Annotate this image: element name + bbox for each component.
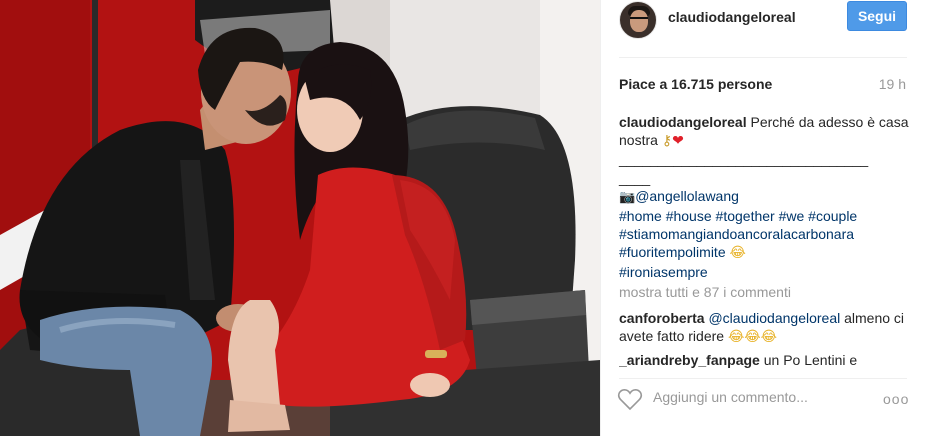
comment-composer: Aggiungi un commento... ooo	[601, 377, 928, 436]
caption-rule: ________________________________	[619, 151, 869, 168]
comment-text: un Po Lentini e	[763, 352, 858, 368]
heart-emoji-icon: ❤	[672, 133, 684, 150]
heart-outline-icon[interactable]	[617, 387, 643, 411]
post-header: claudiodangeloreal Segui	[601, 0, 928, 58]
couple-photo-illustration	[0, 0, 600, 436]
view-all-comments-link[interactable]: mostra tutti e 87 i commenti	[619, 284, 791, 300]
credit-mention[interactable]: @angellolawang	[635, 188, 739, 204]
comment-username[interactable]: _ariandreby_fanpage	[619, 352, 760, 368]
likes-count[interactable]: Piace a 16.715 persone	[619, 76, 772, 92]
key-emoji-icon: ⚷	[661, 133, 673, 150]
hashtag[interactable]: #house	[666, 208, 712, 224]
hashtag[interactable]: #ironiasempre	[619, 264, 708, 280]
hashtag[interactable]: #fuoritempolimite	[619, 244, 726, 260]
comment-username[interactable]: canforoberta	[619, 310, 705, 326]
more-options-icon[interactable]: ooo	[883, 391, 909, 407]
hashtag[interactable]: #we	[779, 208, 805, 224]
follow-button[interactable]: Segui	[847, 1, 907, 31]
laughing-emoji-icon: 😂😂😂	[727, 329, 778, 346]
hashtag[interactable]: #stiamomangiandoancoralacarbonara	[619, 226, 854, 242]
comment-mention[interactable]: @claudiodangeloreal	[708, 310, 840, 326]
laughing-emoji-icon: 😂	[729, 245, 746, 262]
comment-item: _ariandreby_fanpage un Po Lentini e	[619, 351, 909, 369]
author-username[interactable]: claudiodangeloreal	[668, 9, 796, 25]
hashtag[interactable]: #together	[716, 208, 775, 224]
camera-icon: 📷	[619, 189, 636, 205]
post-details-panel: claudiodangeloreal Segui Piace a 16.715 …	[600, 0, 928, 436]
hashtag[interactable]: #home	[619, 208, 662, 224]
hashtag-line: #home #house #together #we #couple	[619, 207, 909, 225]
photo-credit: 📷@angellolawang	[619, 187, 909, 207]
divider	[619, 57, 907, 58]
caption: claudiodangeloreal Perché da adesso è ca…	[619, 113, 909, 281]
caption-text-block: claudiodangeloreal Perché da adesso è ca…	[619, 113, 909, 150]
post-timestamp[interactable]: 19 h	[879, 76, 906, 92]
caption-rule-cont: ____	[619, 169, 651, 186]
post-photo[interactable]	[0, 0, 600, 436]
caption-username[interactable]: claudiodangeloreal	[619, 114, 747, 130]
hashtag[interactable]: #couple	[808, 208, 857, 224]
comment-item: canforoberta @claudiodangeloreal almeno …	[619, 309, 909, 346]
avatar[interactable]	[619, 1, 657, 39]
add-comment-input[interactable]: Aggiungi un commento...	[653, 389, 808, 405]
